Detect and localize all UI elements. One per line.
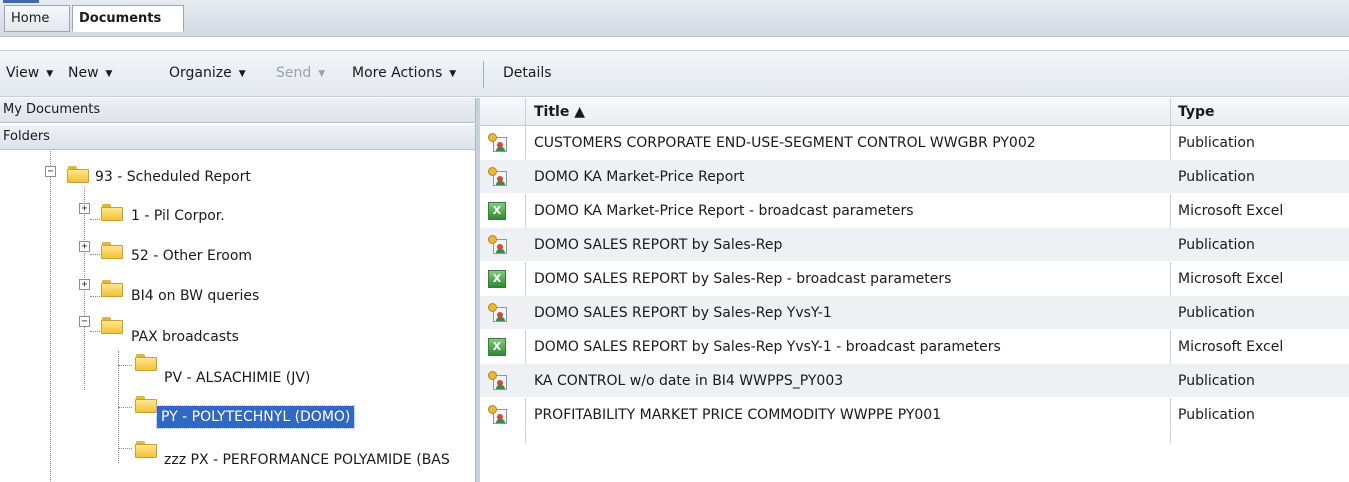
title-column-header[interactable]: Title ▲	[525, 98, 1170, 126]
tree-connector	[118, 365, 132, 366]
table-row[interactable]: DOMO SALES REPORT by Sales-Rep Publicati…	[480, 228, 1349, 262]
tab-strip: Home Documents	[0, 0, 1349, 37]
my-documents-header[interactable]: My Documents	[0, 98, 475, 123]
folder-icon	[101, 204, 123, 221]
tab-documents[interactable]: Documents	[72, 5, 184, 32]
tree-item-zzz-px-performance-polyamide[interactable]: zzz PX - PERFORMANCE POLYAMIDE (BAS	[164, 449, 450, 471]
view-label: View	[6, 65, 40, 81]
details-button[interactable]: Details	[503, 51, 552, 98]
expand-icon[interactable]: +	[79, 203, 90, 214]
table-row[interactable]: PROFITABILITY MARKET PRICE COMMODITY WWP…	[480, 398, 1349, 432]
excel-icon: X	[488, 338, 506, 356]
tree-connector	[118, 448, 132, 449]
folder-icon	[101, 280, 123, 297]
collapse-icon[interactable]: −	[45, 166, 56, 177]
excel-icon: X	[488, 270, 506, 288]
chevron-down-icon: ▼	[449, 69, 457, 79]
publication-icon	[488, 133, 508, 153]
folder-icon	[67, 166, 89, 183]
tree-item-bi4-on-bw-queries[interactable]: BI4 on BW queries	[131, 285, 259, 307]
tree-item-1-pil-corpor[interactable]: 1 - Pil Corpor.	[131, 205, 225, 227]
send-label: Send	[276, 65, 312, 81]
icon-column-header	[480, 98, 525, 126]
documents-table: Title ▲ Type CUSTOMERS CORPORATE END-USE…	[480, 98, 1349, 482]
tree-item-pax-broadcasts[interactable]: PAX broadcasts	[131, 326, 239, 348]
tab-home[interactable]: Home	[4, 5, 70, 32]
view-menu-button[interactable]: View ▼	[6, 51, 53, 98]
row-title[interactable]: DOMO SALES REPORT by Sales-Rep	[534, 228, 1164, 262]
chevron-down-icon: ▼	[238, 69, 246, 79]
row-title[interactable]: DOMO KA Market-Price Report - broadcast …	[534, 194, 1164, 228]
tree-item-pv-alsachimie[interactable]: PV - ALSACHIMIE (JV)	[164, 367, 310, 389]
expand-icon[interactable]: +	[79, 241, 90, 252]
row-type: Publication	[1178, 135, 1255, 151]
row-title[interactable]: DOMO KA Market-Price Report	[534, 160, 1164, 194]
tree-item-93-scheduled-report[interactable]: 93 - Scheduled Report	[95, 166, 251, 188]
publication-icon	[488, 167, 508, 187]
row-title[interactable]: DOMO SALES REPORT by Sales-Rep YvsY-1 - …	[534, 330, 1164, 364]
table-row[interactable]: X DOMO SALES REPORT by Sales-Rep - broad…	[480, 262, 1349, 296]
row-title[interactable]: PROFITABILITY MARKET PRICE COMMODITY WWP…	[534, 398, 1164, 432]
row-type: Publication	[1178, 373, 1255, 389]
tree-item-py-polytechnyl-selected[interactable]: PY - POLYTECHNYL (DOMO)	[155, 405, 356, 429]
publication-icon	[488, 371, 508, 391]
chevron-down-icon: ▼	[46, 69, 54, 79]
collapse-icon[interactable]: −	[79, 316, 90, 327]
folder-icon	[135, 441, 157, 458]
folder-icon	[135, 354, 157, 371]
publication-icon	[488, 235, 508, 255]
row-type: Publication	[1178, 237, 1255, 253]
row-type: Publication	[1178, 169, 1255, 185]
organize-menu-button[interactable]: Organize ▼	[169, 51, 246, 98]
row-title[interactable]: DOMO SALES REPORT by Sales-Rep - broadca…	[534, 262, 1164, 296]
row-type: Microsoft Excel	[1178, 339, 1284, 355]
row-type: Microsoft Excel	[1178, 271, 1284, 287]
toolbar: View ▼ New ▼ Organize ▼ Send ▼ More Actions ▼…	[0, 50, 1349, 97]
more-actions-menu-button[interactable]: More Actions ▼	[352, 51, 456, 98]
navigation-panel: My Documents Folders − 93 - Scheduled Re…	[0, 98, 475, 482]
table-row[interactable]: DOMO KA Market-Price Report Publication	[480, 160, 1349, 194]
excel-icon: X	[488, 202, 506, 220]
send-menu-button[interactable]: Send ▼	[276, 51, 325, 98]
new-menu-button[interactable]: New ▼	[68, 51, 112, 98]
table-row[interactable]: CUSTOMERS CORPORATE END-USE-SEGMENT CONT…	[480, 126, 1349, 160]
row-title[interactable]: KA CONTROL w/o date in BI4 WWPPS_PY003	[534, 364, 1164, 398]
tree-connector	[50, 151, 51, 482]
table-row[interactable]: X DOMO KA Market-Price Report - broadcas…	[480, 194, 1349, 228]
folders-header[interactable]: Folders	[0, 125, 475, 150]
table-row[interactable]: DOMO SALES REPORT by Sales-Rep YvsY-1 Pu…	[480, 296, 1349, 330]
expand-icon[interactable]: +	[79, 279, 90, 290]
table-row[interactable]: KA CONTROL w/o date in BI4 WWPPS_PY003 P…	[480, 364, 1349, 398]
row-type: Publication	[1178, 407, 1255, 423]
folder-icon	[101, 317, 123, 334]
chevron-down-icon: ▼	[318, 69, 326, 79]
new-label: New	[68, 65, 99, 81]
publication-icon	[488, 303, 508, 323]
more-actions-label: More Actions	[352, 65, 443, 81]
row-title[interactable]: CUSTOMERS CORPORATE END-USE-SEGMENT CONT…	[534, 126, 1164, 160]
publication-icon	[488, 405, 508, 425]
tree-item-52-other-eroom[interactable]: 52 - Other Eroom	[131, 245, 252, 267]
open-folder-icon	[135, 396, 157, 413]
organize-label: Organize	[169, 65, 232, 81]
tree-connector	[118, 407, 132, 408]
type-column-header[interactable]: Type	[1170, 98, 1349, 126]
row-title[interactable]: DOMO SALES REPORT by Sales-Rep YvsY-1	[534, 296, 1164, 330]
table-row[interactable]: X DOMO SALES REPORT by Sales-Rep YvsY-1 …	[480, 330, 1349, 364]
row-type: Publication	[1178, 305, 1255, 321]
folder-icon	[101, 242, 123, 259]
row-type: Microsoft Excel	[1178, 203, 1284, 219]
chevron-down-icon: ▼	[105, 69, 113, 79]
app-accent-bar	[3, 0, 39, 3]
toolbar-separator	[483, 61, 484, 88]
